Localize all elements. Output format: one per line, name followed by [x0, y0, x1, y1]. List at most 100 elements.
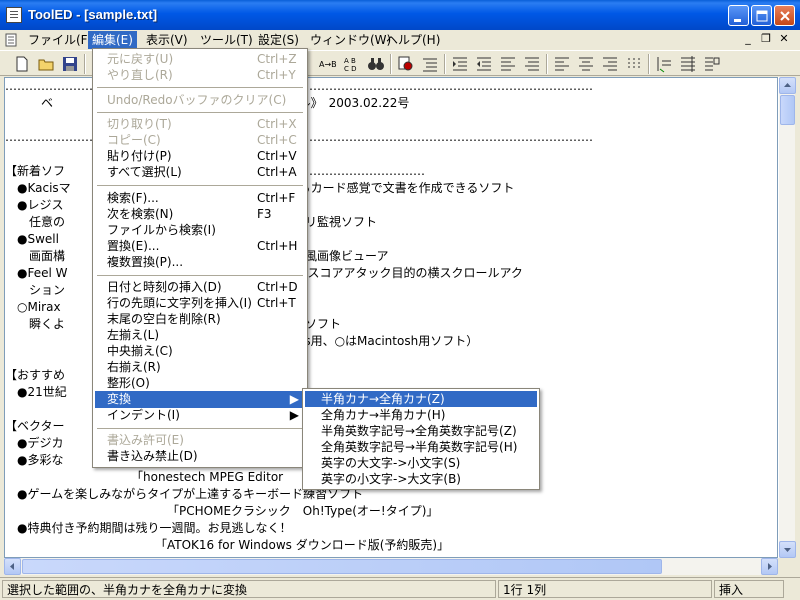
vertical-scrollbar[interactable]	[778, 77, 796, 558]
menu-align-left[interactable]: 左揃え(L)	[95, 327, 305, 344]
menu-uppercase-to-lowercase[interactable]: 英字の大文字->小文字(S)	[305, 455, 537, 471]
write-permit-icon	[681, 56, 695, 72]
menu-find-next[interactable]: 次を検索(N) F3	[95, 206, 305, 223]
line-head-icon	[501, 57, 515, 71]
edit-menu-dropdown: 元に戻す(U) Ctrl+Z やり直し(R) Ctrl+Y Undo/Redoバッフ…	[92, 48, 308, 468]
menu-align-center[interactable]: 中央揃え(C)	[95, 343, 305, 360]
menu-write-permit[interactable]: 書込み許可(E)	[95, 432, 305, 449]
menu-find-in-files[interactable]: ファイルから検索(I)	[95, 222, 305, 239]
menu-cut[interactable]: 切り取り(T) Ctrl+X	[95, 116, 305, 133]
menu-file[interactable]: ファイル(F)	[24, 31, 96, 49]
menu-multi-replace[interactable]: 複数置換(P)...	[95, 254, 305, 271]
justify-button[interactable]	[624, 54, 644, 74]
menu-format[interactable]: 整形(O)	[95, 375, 305, 392]
save-file-button[interactable]	[60, 54, 80, 74]
menu-write-protect[interactable]: 書き込み禁止(D)	[95, 448, 305, 465]
menu-lowercase-to-uppercase[interactable]: 英字の小文字->大文字(B)	[305, 471, 537, 487]
menu-convert[interactable]: 変換 ▶	[95, 391, 305, 408]
write-protect-button[interactable]	[702, 54, 722, 74]
horizontal-scroll-thumb[interactable]	[22, 559, 662, 574]
menu-help[interactable]: ヘルプ(H)	[382, 31, 444, 49]
maximize-icon	[756, 10, 768, 22]
justify-icon	[628, 58, 640, 68]
menu-edit[interactable]: 編集(E)	[88, 31, 137, 49]
menu-bar: ファイル(F) 編集(E) 表示(V) ツール(T) 設定(S) ウィンドウ(W…	[0, 30, 800, 50]
indent-button[interactable]	[450, 54, 470, 74]
multi-replace-button[interactable]: A BC D	[342, 54, 362, 74]
menu-tools[interactable]: ツール(T)	[196, 31, 257, 49]
menu-hankaku-kana-to-zenkaku[interactable]: 半角カナ→全角カナ(Z)	[305, 391, 537, 407]
align-left-button[interactable]	[552, 54, 572, 74]
scroll-up-button[interactable]	[779, 77, 796, 94]
cursor-position: 1行 1列	[498, 580, 712, 598]
horizontal-scrollbar[interactable]	[4, 558, 778, 575]
editor-line: ●多彩な	[5, 453, 64, 467]
editor-line: ●Swell	[5, 232, 59, 246]
menu-undo[interactable]: 元に戻す(U) Ctrl+Z	[95, 51, 305, 68]
find-button[interactable]	[366, 54, 386, 74]
menu-settings[interactable]: 設定(S)	[254, 31, 303, 49]
find-file-button[interactable]	[396, 54, 416, 74]
open-file-button[interactable]	[36, 54, 56, 74]
close-icon	[780, 11, 790, 21]
binoculars-icon	[368, 58, 384, 70]
status-bar: 選択した範囲の、半角カナを全角カナに変換 1行 1列 挿入	[0, 577, 800, 600]
document-icon	[5, 33, 17, 47]
menu-clear-undo-buffer[interactable]: Undo/Redoバッファのクリア(C)	[95, 92, 305, 109]
align-right-button[interactable]	[600, 54, 620, 74]
editor-line: 「PCHOMEクラシック Oh!Type(オー!タイプ)」	[5, 504, 439, 518]
align-left-icon	[555, 57, 569, 71]
svg-text:C D: C D	[344, 65, 357, 73]
svg-text:A→B: A→B	[319, 60, 337, 69]
mdi-restore-button[interactable]: ❐	[758, 32, 774, 46]
minimize-button[interactable]	[728, 5, 749, 26]
save-icon	[63, 57, 77, 71]
replace-ab-icon: A→B	[319, 60, 337, 69]
menu-redo[interactable]: やり直し(R) Ctrl+Y	[95, 67, 305, 84]
window-title: ToolED - [sample.txt]	[28, 7, 158, 22]
insert-date-button[interactable]	[420, 54, 440, 74]
maximize-button[interactable]	[751, 5, 772, 26]
insert-line-head-button[interactable]	[498, 54, 518, 74]
editor-line: 「honestech MPEG Editor	[5, 470, 284, 484]
editor-line: ション	[5, 283, 66, 297]
editor-line: ○Mirax	[5, 300, 61, 314]
menu-zenkaku-alnum-to-hankaku[interactable]: 全角英数字記号→半角英数字記号(H)	[305, 439, 537, 455]
mdi-close-button[interactable]: ✕	[776, 32, 792, 46]
scroll-down-button[interactable]	[779, 541, 796, 558]
menu-view[interactable]: 表示(V)	[142, 31, 192, 49]
menu-select-all[interactable]: すべて選択(L) Ctrl+A	[95, 164, 305, 181]
title-bar[interactable]: ToolED - [sample.txt]	[0, 0, 800, 30]
menu-insert-datetime[interactable]: 日付と時刻の挿入(D) Ctrl+D	[95, 279, 305, 296]
editor-line: ●21世紀	[5, 385, 67, 399]
close-button[interactable]	[774, 5, 795, 26]
convert-button[interactable]	[654, 54, 674, 74]
trim-trailing-button[interactable]	[522, 54, 542, 74]
menu-trim-trailing[interactable]: 末尾の空白を削除(R)	[95, 311, 305, 328]
convert-icon	[657, 57, 671, 73]
menu-paste[interactable]: 貼り付け(P) Ctrl+V	[95, 148, 305, 165]
write-protect-icon	[705, 57, 720, 71]
list-icon	[423, 58, 437, 72]
menu-insert-line-head[interactable]: 行の先頭に文字列を挿入(I) Ctrl+T	[95, 295, 305, 312]
scroll-left-button[interactable]	[4, 558, 21, 575]
menu-align-right[interactable]: 右揃え(R)	[95, 359, 305, 376]
outdent-button[interactable]	[474, 54, 494, 74]
menu-copy[interactable]: コピー(C) Ctrl+C	[95, 132, 305, 149]
menu-hankaku-alnum-to-zenkaku[interactable]: 半角英数字記号→全角英数字記号(Z)	[305, 423, 537, 439]
replace-ab-button[interactable]: A→B	[318, 54, 338, 74]
open-folder-icon	[38, 59, 54, 71]
new-file-button[interactable]	[12, 54, 32, 74]
align-center-button[interactable]	[576, 54, 596, 74]
indent-icon	[453, 57, 467, 71]
vertical-scroll-thumb[interactable]	[780, 95, 795, 125]
menu-find[interactable]: 検索(F)... Ctrl+F	[95, 190, 305, 207]
menu-indent[interactable]: インデント(I) ▶	[95, 407, 305, 424]
scroll-right-button[interactable]	[761, 558, 778, 575]
svg-text:A B: A B	[344, 57, 356, 65]
write-permit-button[interactable]	[678, 54, 698, 74]
mdi-minimize-button[interactable]: _	[740, 32, 756, 46]
menu-replace[interactable]: 置換(E)... Ctrl+H	[95, 238, 305, 255]
submenu-arrow-icon: ▶	[289, 408, 299, 422]
menu-zenkaku-kana-to-hankaku[interactable]: 全角カナ→半角カナ(H)	[305, 407, 537, 423]
